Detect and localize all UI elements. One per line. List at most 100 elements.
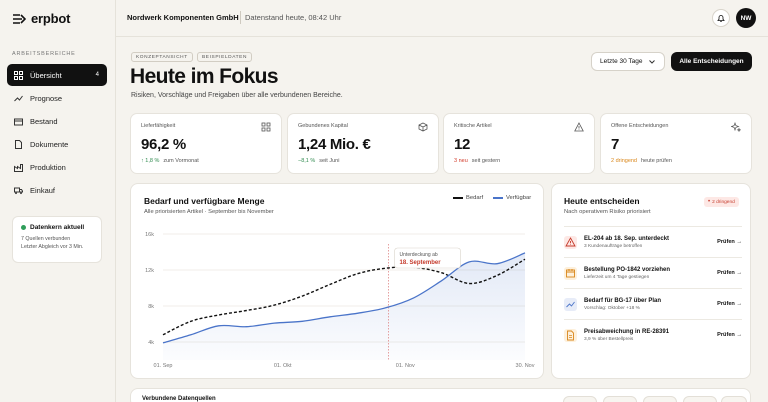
decision-item[interactable]: Bestellung PO-1842 vorziehen Lieferzeit u… <box>564 257 742 288</box>
kpi-card-entscheidungen[interactable]: Offene Entscheidungen 7 2 dringend heute … <box>600 113 752 174</box>
data-point[interactable] <box>302 296 303 297</box>
data-point[interactable] <box>274 323 275 324</box>
decision-subtitle: Vorschlag: Oktober +18 % <box>584 305 640 311</box>
y-tick-label: 8k <box>148 304 154 310</box>
status-dot <box>21 225 26 230</box>
decision-subtitle: 3 Kundenaufträge betroffen <box>584 243 643 249</box>
data-point[interactable] <box>274 305 275 306</box>
sidebar-item-label: Bestand <box>30 116 58 126</box>
sidebar-item-uebersicht[interactable]: Übersicht 4 <box>7 64 107 86</box>
data-point[interactable] <box>441 272 442 273</box>
chip-konzeptansicht: KONZEPTANSICHT <box>131 52 193 62</box>
source-pill[interactable] <box>721 396 747 402</box>
sidebar: erpbot ARBEITSBEREICHE Übersicht 4 Progn… <box>0 0 116 402</box>
decision-title: Preisabweichung in RE-28391 <box>584 328 670 335</box>
kpi-card-kritische-artikel[interactable]: Kritische Artikel 12 3 neu seit gestern <box>443 113 595 174</box>
grid-icon <box>261 122 271 132</box>
data-point[interactable] <box>246 310 247 311</box>
chip-beispieldaten: BEISPIELDATEN <box>197 52 253 62</box>
data-point[interactable] <box>469 261 470 262</box>
data-status-card: Datenkern aktuell 7 Quellen verbunden Le… <box>12 216 102 263</box>
avatar[interactable]: NW <box>736 8 756 28</box>
data-point[interactable] <box>497 275 498 276</box>
x-tick-label: 01. Nov <box>396 363 415 369</box>
data-point[interactable] <box>162 334 163 335</box>
kpi-value: 7 <box>611 136 620 153</box>
decision-title: Bedarf für BG-17 über Plan <box>584 297 662 304</box>
decisions-subtitle: Nach operativem Risiko priorisiert <box>564 209 651 215</box>
sidebar-item-bestand[interactable]: Bestand <box>7 110 107 132</box>
source-pill[interactable] <box>683 396 717 402</box>
data-point[interactable] <box>190 334 191 335</box>
decision-item[interactable]: Preisabweichung in RE-28391 3,9 % über Be… <box>564 319 742 350</box>
notifications-button[interactable] <box>712 9 730 27</box>
line-chart[interactable]: 4k 8k 12k 16k 01. Sep 01. Okt 01. Nov 30. Nov Un… <box>131 184 545 380</box>
review-button[interactable]: Prüfen → <box>717 301 742 307</box>
calendar-icon <box>564 266 577 280</box>
trend-icon <box>14 94 23 103</box>
data-point[interactable] <box>162 342 163 343</box>
decision-item[interactable]: Bedarf für BG-17 über Plan Vorschlag: Okt… <box>564 288 742 319</box>
document-icon <box>14 139 23 149</box>
data-sources-card: Verbundene Datenquellen <box>130 388 751 402</box>
sidebar-item-label: Einkauf <box>30 185 56 195</box>
data-point[interactable] <box>497 263 498 264</box>
kpi-delta: 2 dringend <box>611 158 637 164</box>
all-decisions-button[interactable]: Alle Entscheidungen <box>671 52 752 71</box>
data-point[interactable] <box>441 280 442 281</box>
sidebar-item-produktion[interactable]: Produktion <box>7 156 107 178</box>
urgent-badge: • 2 dringend <box>704 197 739 207</box>
data-point[interactable] <box>329 316 330 317</box>
review-button[interactable]: Prüfen → <box>717 239 742 245</box>
kpi-label: Offene Entscheidungen <box>611 123 669 129</box>
source-pill[interactable] <box>603 396 637 402</box>
data-point[interactable] <box>385 268 386 269</box>
data-point[interactable] <box>524 259 525 260</box>
company-name[interactable]: Nordwerk Komponenten GmbH <box>127 13 239 22</box>
factory-icon <box>14 163 23 172</box>
review-button[interactable]: Prüfen → <box>717 332 742 338</box>
logo[interactable]: erpbot <box>12 11 70 26</box>
data-point[interactable] <box>357 273 358 274</box>
decision-title: Bestellung PO-1842 vorziehen <box>584 266 671 273</box>
kpi-label: Gebundenes Kapital <box>298 123 348 129</box>
tooltip-label: Unterdeckung ab <box>400 252 438 258</box>
nav-badge: 4 <box>95 72 99 78</box>
data-point[interactable] <box>385 307 386 308</box>
data-point[interactable] <box>190 321 191 322</box>
decision-item[interactable]: EL-204 ab 18. Sep. unterdeckt 3 Kundenauf… <box>564 226 742 257</box>
chevron-down-icon <box>648 59 655 64</box>
box-icon <box>14 117 23 126</box>
page-subtitle: Risiken, Vorschläge und Freigaben über a… <box>131 92 343 99</box>
data-sources-title: Verbundene Datenquellen <box>142 396 216 402</box>
data-point[interactable] <box>469 283 470 284</box>
status-line: Letzter Abgleich vor 3 Min. <box>21 243 84 250</box>
sidebar-item-prognose[interactable]: Prognose <box>7 87 107 109</box>
sidebar-item-einkauf[interactable]: Einkauf <box>7 179 107 201</box>
source-pill[interactable] <box>643 396 677 402</box>
review-button[interactable]: Prüfen → <box>717 270 742 276</box>
status-title: Datenkern aktuell <box>30 224 85 231</box>
data-point[interactable] <box>302 321 303 322</box>
kpi-note: seit Juni <box>319 158 340 164</box>
sidebar-item-label: Übersicht <box>30 70 62 80</box>
sidebar-item-dokumente[interactable]: Dokumente <box>7 133 107 155</box>
data-point[interactable] <box>524 252 525 253</box>
y-tick-label: 4k <box>148 340 154 346</box>
sidebar-item-label: Produktion <box>30 162 66 172</box>
source-pill[interactable] <box>563 396 597 402</box>
decision-title: EL-204 ab 18. Sep. unterdeckt <box>584 235 670 242</box>
data-point[interactable] <box>246 326 247 327</box>
data-point[interactable] <box>218 314 219 315</box>
data-point[interactable] <box>413 297 414 298</box>
data-point[interactable] <box>218 325 219 326</box>
divider <box>240 11 241 24</box>
kpi-card-kapital[interactable]: Gebundenes Kapital 1,24 Mio. € −8,1 % sei… <box>287 113 439 174</box>
kpi-card-lieferfaehigkeit[interactable]: Lieferfähigkeit 96,2 % ↑ 1,8 % zum Vormon… <box>130 113 282 174</box>
data-point[interactable] <box>329 284 330 285</box>
period-select[interactable]: Letzte 30 Tage <box>591 52 665 71</box>
y-tick-label: 12k <box>145 268 154 274</box>
urgent-badge-label: 2 dringend <box>712 199 735 205</box>
data-point[interactable] <box>357 313 358 314</box>
kpi-delta: ↑ 1,8 % <box>141 158 160 164</box>
